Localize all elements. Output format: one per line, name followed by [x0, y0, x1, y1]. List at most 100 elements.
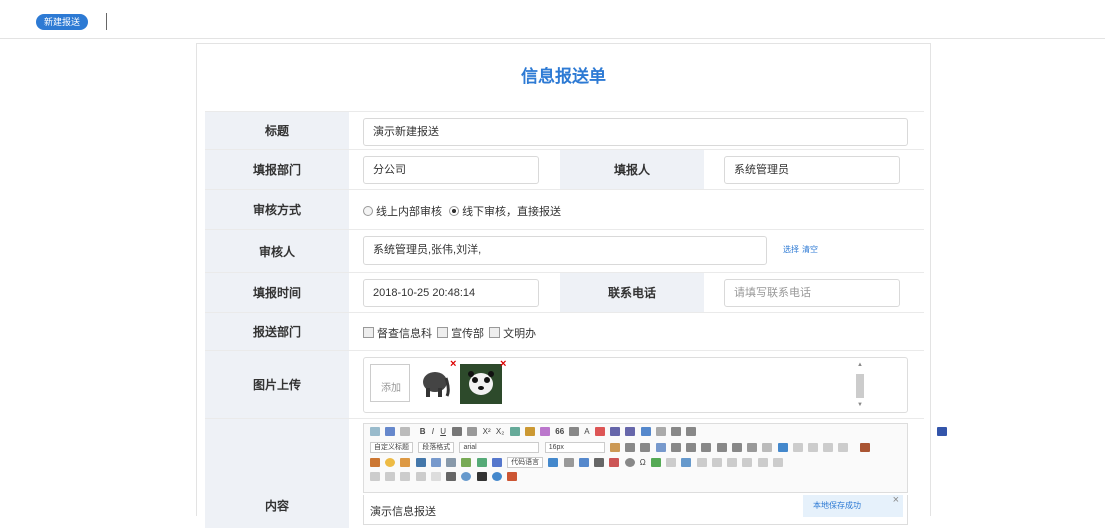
insert-row-icon[interactable]	[711, 458, 722, 467]
delete-table-icon[interactable]	[696, 458, 707, 467]
scroll-thumb[interactable]	[856, 374, 864, 398]
image-float-icon[interactable]	[792, 443, 803, 452]
upload-scrollbar[interactable]: ▲ ▼	[853, 362, 867, 410]
scroll-up-icon[interactable]: ▲	[857, 362, 863, 368]
drafts-icon[interactable]	[507, 472, 518, 482]
split-cols-icon[interactable]	[430, 472, 441, 482]
font-select[interactable]: arial	[459, 442, 540, 453]
paragraph-select[interactable]: 段落格式	[418, 442, 455, 453]
help-icon[interactable]	[491, 472, 502, 482]
split-cells-icon[interactable]	[400, 472, 411, 482]
merge-cells-icon[interactable]	[772, 458, 783, 467]
attachment-icon[interactable]	[446, 458, 457, 467]
rtl-icon[interactable]	[625, 443, 636, 452]
font-color-icon[interactable]: A	[584, 427, 589, 436]
reviewer-clear-link[interactable]: 清空	[802, 244, 818, 255]
music-icon[interactable]	[430, 458, 441, 467]
justify-icon[interactable]	[701, 443, 712, 452]
print-icon[interactable]	[446, 472, 457, 482]
row-spacing-icon[interactable]	[670, 427, 681, 437]
indent-icon[interactable]	[640, 443, 651, 452]
emotion-icon[interactable]	[385, 458, 396, 467]
italic-icon[interactable]: I	[432, 427, 434, 436]
redo-icon[interactable]	[400, 427, 411, 437]
find-icon[interactable]	[476, 472, 487, 482]
special-chars-icon[interactable]: Ω	[640, 458, 646, 467]
image-left-icon[interactable]	[807, 443, 818, 452]
custom-title-select[interactable]: 自定义标题	[370, 442, 413, 453]
subject-input[interactable]: 演示新建报送	[363, 118, 908, 146]
font-border-icon[interactable]	[452, 427, 463, 437]
underline-icon[interactable]: U	[440, 427, 446, 436]
delete-col-icon[interactable]	[757, 458, 768, 467]
reporter-input[interactable]: 系统管理员	[724, 156, 900, 184]
source-icon[interactable]	[859, 443, 870, 452]
align-right-icon[interactable]	[686, 443, 697, 452]
split-rows-icon[interactable]	[415, 472, 426, 482]
highlight-icon[interactable]	[594, 427, 605, 437]
background-icon[interactable]	[563, 458, 574, 467]
html-icon[interactable]	[370, 427, 380, 437]
image-right-icon[interactable]	[823, 443, 834, 452]
ordered-list-icon[interactable]	[610, 427, 621, 437]
scroll-down-icon[interactable]: ▼	[857, 402, 863, 408]
gmap-icon[interactable]	[476, 458, 487, 467]
preview-icon[interactable]	[461, 472, 472, 482]
new-report-button[interactable]: 新建报送	[36, 14, 89, 30]
format-match-icon[interactable]	[509, 427, 520, 437]
merge-right-icon[interactable]	[370, 472, 380, 482]
lowercase-icon[interactable]	[731, 443, 742, 452]
align-center-icon[interactable]	[670, 443, 681, 452]
ltr-icon[interactable]	[609, 443, 620, 452]
scrawl-icon[interactable]	[400, 458, 411, 467]
insert-table-icon[interactable]	[681, 458, 692, 467]
page-break-icon[interactable]	[578, 458, 589, 467]
subscript-icon[interactable]: X₂	[496, 427, 504, 436]
select-all-icon[interactable]	[640, 427, 651, 437]
video-icon[interactable]	[415, 458, 426, 467]
font-size-select[interactable]: 16px	[544, 442, 605, 453]
merge-down-icon[interactable]	[385, 472, 396, 482]
time-input[interactable]: 2018-10-25 20:48:14	[363, 279, 539, 307]
dept-input[interactable]: 分公司	[363, 156, 539, 184]
checkbox-dept-1[interactable]	[363, 327, 374, 338]
brush-icon[interactable]	[524, 427, 535, 437]
wordimage-icon[interactable]	[650, 458, 661, 467]
template-icon[interactable]	[548, 458, 559, 467]
phone-input[interactable]: 请填写联系电话	[724, 279, 900, 307]
fullscreen-icon[interactable]	[937, 427, 948, 437]
clear-doc-icon[interactable]	[655, 427, 666, 437]
map-icon[interactable]	[461, 458, 472, 467]
quote-icon[interactable]: 66	[555, 427, 564, 436]
checkbox-dept-3[interactable]	[489, 327, 501, 338]
bold-icon[interactable]: B	[420, 427, 426, 436]
unordered-list-icon[interactable]	[625, 427, 636, 437]
undo-icon[interactable]	[385, 427, 396, 437]
strike-icon[interactable]	[467, 427, 478, 437]
date-icon[interactable]	[609, 458, 620, 467]
time-icon[interactable]	[624, 458, 635, 467]
horizontal-rule-icon[interactable]	[594, 458, 605, 467]
search-replace-icon[interactable]	[666, 458, 677, 467]
align-left-icon[interactable]	[655, 443, 666, 452]
add-image-button[interactable]: 添加	[370, 364, 410, 402]
close-toast-icon[interactable]: ×	[893, 489, 899, 511]
radio-online[interactable]	[363, 206, 373, 216]
unlink-icon[interactable]	[762, 443, 773, 452]
insert-col-icon[interactable]	[742, 458, 753, 467]
checkbox-dept-2[interactable]	[437, 327, 449, 338]
paste-text-icon[interactable]	[569, 427, 580, 437]
delete-row-icon[interactable]	[727, 458, 738, 467]
reviewer-input[interactable]: 系统管理员,张伟,刘洋,	[363, 236, 767, 265]
insert-image-icon[interactable]	[370, 458, 380, 467]
remove-image-1-icon[interactable]: ×	[450, 358, 456, 370]
image-center-icon[interactable]	[838, 443, 849, 452]
radio-offline[interactable]	[449, 206, 460, 216]
reviewer-select-link[interactable]: 选择	[783, 244, 799, 255]
code-language-select[interactable]: 代码语言	[507, 457, 544, 468]
link-icon[interactable]	[747, 443, 758, 452]
superscript-icon[interactable]: X²	[483, 427, 491, 436]
frame-icon[interactable]	[491, 458, 502, 467]
remove-image-2-icon[interactable]: ×	[500, 358, 506, 370]
clear-format-icon[interactable]	[540, 427, 551, 437]
